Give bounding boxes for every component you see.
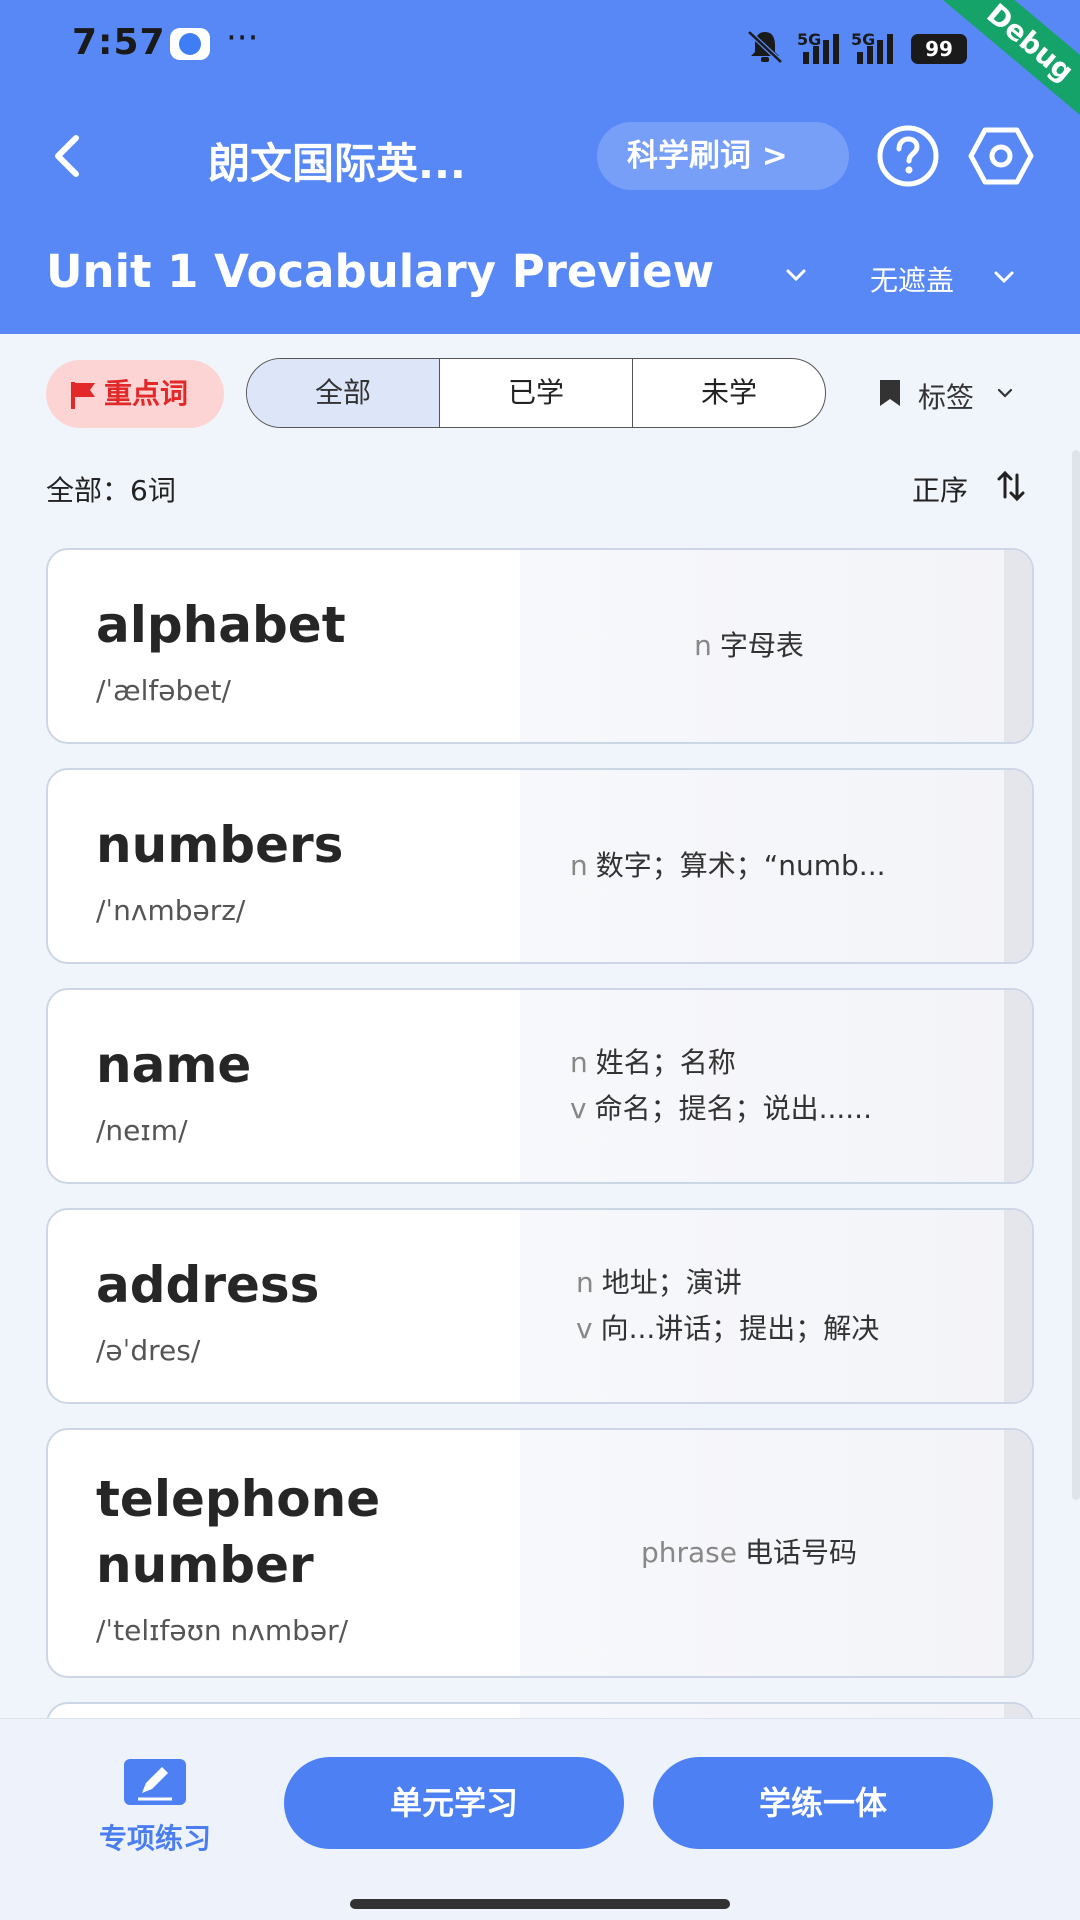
card-edge <box>1004 770 1032 962</box>
meaning-list: phrase 电话号码 <box>524 1430 1004 1676</box>
meaning-text: 数字；算术；“numb... <box>595 849 886 882</box>
sort-order-button[interactable]: 正序 <box>912 469 968 509</box>
special-practice-label: 专项练习 <box>98 1822 211 1855</box>
part-of-speech: v <box>570 1092 587 1125</box>
word-text: address <box>96 1256 320 1314</box>
mute-bell-icon <box>747 30 783 64</box>
header-area: 7:57 ··· 5G 5G 99 Debug 朗文国际英... 科学刷词 > … <box>0 0 1080 334</box>
page-title: 朗文国际英... <box>208 139 466 188</box>
phonetic-text: /ˈtelɪfəʊn nʌmbər/ <box>96 1614 349 1647</box>
help-icon[interactable] <box>876 124 940 188</box>
word-count: 全部：6词 <box>46 474 176 507</box>
meaning-list: n 字母表 <box>524 550 1004 742</box>
part-of-speech: n <box>570 849 588 882</box>
bottom-bar: 专项练习 单元学习 学练一体 <box>0 1718 1080 1920</box>
unit-study-button[interactable]: 单元学习 <box>284 1757 624 1849</box>
unit-selector[interactable]: Unit 1 Vocabulary Preview 无遮盖 <box>0 245 1080 315</box>
meaning-line: n 字母表 <box>524 623 1004 669</box>
unit-title[interactable]: Unit 1 Vocabulary Preview <box>46 245 714 298</box>
app-notification-icon <box>170 28 210 60</box>
meaning-list: n 数字；算术；“numb... <box>524 770 1004 962</box>
signal-icon-2: 5G <box>851 30 893 64</box>
meaning-text: 命名；提名；说出...... <box>594 1092 872 1125</box>
sort-icon[interactable] <box>994 469 1028 503</box>
word-text: alphabet <box>96 596 346 654</box>
pencil-card-icon <box>124 1759 186 1805</box>
word-card[interactable]: name /neɪm/ n 姓名；名称 v 命名；提名；说出...... <box>46 988 1034 1184</box>
cover-mode-dropdown[interactable]: 无遮盖 <box>870 259 954 299</box>
card-edge <box>1004 1430 1032 1676</box>
meaning-list: n 地址；演讲 v 向...讲话；提出；解决 <box>524 1210 1004 1402</box>
study-practice-button[interactable]: 学练一体 <box>653 1757 993 1849</box>
part-of-speech: n <box>570 1046 588 1079</box>
signal-label: 5G <box>797 30 822 49</box>
scrollbar[interactable] <box>1072 450 1080 1500</box>
tag-dropdown[interactable]: 标签 <box>878 376 974 416</box>
word-card[interactable]: numbers /ˈnʌmbərz/ n 数字；算术；“numb... <box>46 768 1034 964</box>
list-header: 全部：6词 正序 <box>0 467 1080 507</box>
battery-icon: 99 <box>911 34 967 64</box>
status-icons: 5G 5G 99 <box>745 24 967 64</box>
key-words-button[interactable]: 重点词 <box>46 360 224 428</box>
chevron-down-icon[interactable] <box>996 384 1014 402</box>
settings-icon[interactable] <box>968 126 1034 186</box>
card-edge <box>1004 550 1032 742</box>
back-icon[interactable] <box>44 132 92 180</box>
meaning-text: 姓名；名称 <box>595 1046 736 1079</box>
phonetic-text: /ˈælfəbet/ <box>96 674 231 707</box>
nav-bar: 朗文国际英... 科学刷词 > <box>0 110 1080 200</box>
meaning-line: v 命名；提名；说出...... <box>570 1086 1004 1132</box>
segment-all[interactable]: 全部 <box>247 359 440 427</box>
card-edge <box>1004 990 1032 1182</box>
word-text: numbers <box>96 816 344 874</box>
special-practice-button[interactable]: 专项练习 <box>80 1757 230 1857</box>
filter-bar: 重点词 全部 已学 未学 标签 <box>0 358 1080 430</box>
word-card[interactable]: address /əˈdres/ n 地址；演讲 v 向...讲话；提出；解决 <box>46 1208 1034 1404</box>
key-words-label: 重点词 <box>104 377 189 410</box>
status-time: 7:57 <box>72 22 166 63</box>
more-notifications-icon: ··· <box>226 18 259 58</box>
phonetic-text: /ˈnʌmbərz/ <box>96 894 246 927</box>
status-bar: 7:57 ··· 5G 5G 99 <box>0 0 1080 90</box>
signal-icon-1: 5G <box>797 30 839 64</box>
meaning-line: n 地址；演讲 <box>576 1260 1004 1306</box>
meaning-line: phrase 电话号码 <box>524 1530 1004 1576</box>
meaning-list: n 姓名；名称 v 命名；提名；说出...... <box>524 990 1004 1182</box>
card-edge <box>1004 1210 1032 1402</box>
meaning-text: 电话号码 <box>745 1536 858 1569</box>
chevron-down-icon[interactable] <box>784 263 808 287</box>
home-indicator[interactable] <box>350 1899 730 1909</box>
tag-label: 标签 <box>918 381 975 414</box>
meaning-line: n 数字；算术；“numb... <box>570 843 1004 889</box>
chevron-down-icon[interactable] <box>992 265 1016 289</box>
part-of-speech: n <box>694 629 712 662</box>
segment-learned[interactable]: 已学 <box>440 359 633 427</box>
word-card[interactable]: alphabet /ˈælfəbet/ n 字母表 <box>46 548 1034 744</box>
word-text: name <box>96 1036 252 1094</box>
meaning-line: n 姓名；名称 <box>570 1040 1004 1086</box>
learn-status-segmented: 全部 已学 未学 <box>246 358 826 428</box>
signal-label: 5G <box>851 30 876 49</box>
flag-icon <box>71 382 95 409</box>
word-text-line-2: number <box>96 1536 314 1594</box>
part-of-speech: phrase <box>640 1536 737 1569</box>
part-of-speech: v <box>576 1312 593 1345</box>
meaning-text: 字母表 <box>719 629 804 662</box>
bookmark-icon <box>880 380 900 406</box>
meaning-line: v 向...讲话；提出；解决 <box>576 1306 1004 1352</box>
meaning-text: 地址；演讲 <box>601 1266 742 1299</box>
word-list[interactable]: alphabet /ˈælfəbet/ n 字母表 numbers /ˈnʌmbə… <box>46 548 1034 1720</box>
word-text-line-1: telephone <box>96 1470 381 1528</box>
segment-unlearned[interactable]: 未学 <box>633 359 825 427</box>
phonetic-text: /neɪm/ <box>96 1114 188 1147</box>
part-of-speech: n <box>576 1266 594 1299</box>
science-review-button[interactable]: 科学刷词 > <box>597 122 849 190</box>
phonetic-text: /əˈdres/ <box>96 1334 201 1367</box>
meaning-text: 向...讲话；提出；解决 <box>600 1312 880 1345</box>
word-card[interactable]: telephone number /ˈtelɪfəʊn nʌmbər/ phra… <box>46 1428 1034 1678</box>
